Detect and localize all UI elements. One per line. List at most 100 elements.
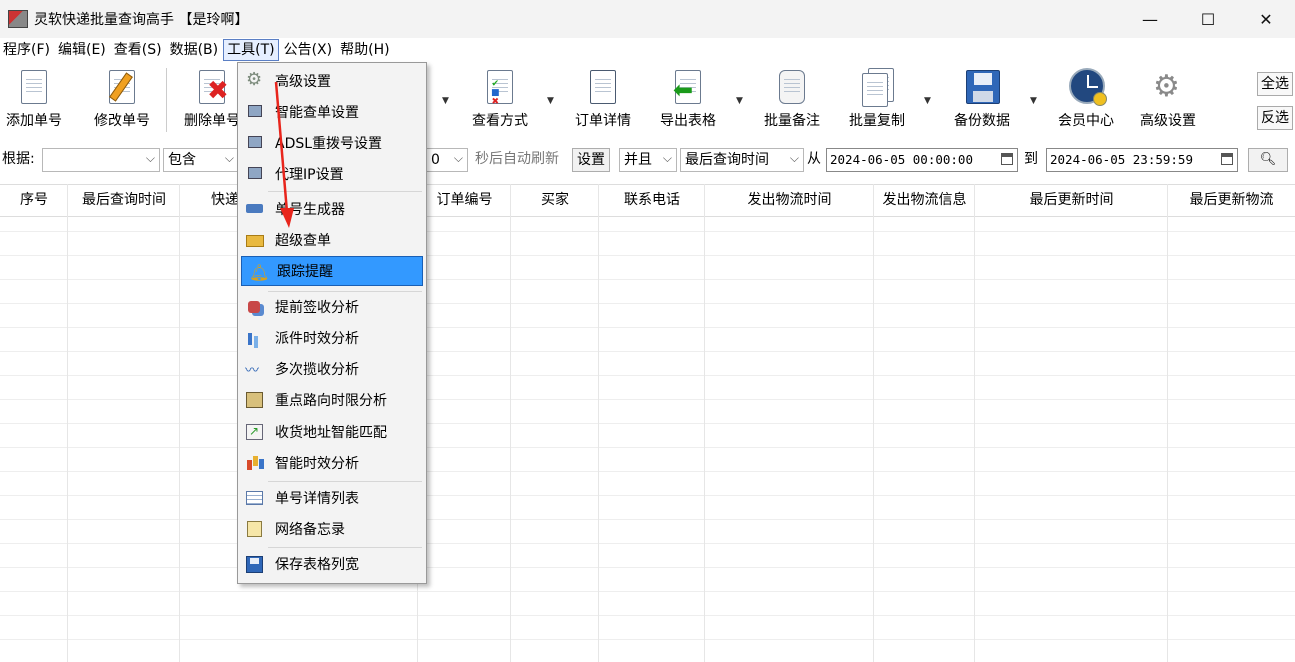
menu-program[interactable]: 程序(F)	[0, 39, 53, 61]
menu-item-super-query[interactable]: 超级查单	[240, 225, 424, 255]
computer-icon	[245, 134, 265, 152]
trend-chart-icon: ↗	[245, 423, 265, 441]
to-date-picker[interactable]: 2024-06-05 23:59:59	[1046, 148, 1238, 172]
order-detail-button[interactable]: 订单详情	[571, 68, 635, 130]
menu-data[interactable]: 数据(B)	[167, 39, 222, 61]
menu-item-label: 超级查单	[275, 233, 331, 249]
basis-label: 根据:	[2, 151, 35, 167]
calendar-icon[interactable]	[1001, 153, 1013, 165]
column-header-phone[interactable]: 联系电话	[599, 184, 705, 217]
export-button[interactable]: ⬅ 导出表格	[656, 68, 720, 130]
search-button[interactable]: 🔍︎	[1248, 148, 1288, 172]
bar-chart-icon	[245, 329, 265, 347]
to-date-value: 2024-06-05 23:59:59	[1050, 152, 1193, 167]
menu-item-number-generator[interactable]: 单号生成器	[240, 194, 424, 224]
backup-button[interactable]: 备份数据	[950, 68, 1014, 130]
calendar-icon[interactable]	[1221, 153, 1233, 165]
delete-icon: ✖	[193, 68, 231, 108]
add-order-button[interactable]: 添加单号	[2, 68, 66, 130]
column-header-last-update-time[interactable]: 最后更新时间	[975, 184, 1168, 217]
menu-item-advanced-settings[interactable]: ⚙ 高级设置	[240, 66, 424, 96]
menu-item-label: 网络备忘录	[275, 522, 345, 538]
line-chart-icon: 〰	[245, 363, 259, 379]
export-label: 导出表格	[660, 113, 716, 129]
menu-item-smart-time-analysis[interactable]: 智能时效分析	[240, 448, 424, 478]
select-all-button[interactable]: 全选	[1257, 72, 1293, 96]
menu-item-save-column-width[interactable]: 保存表格列宽	[240, 549, 424, 579]
menu-item-adsl-redial-settings[interactable]: ADSL重拨号设置	[240, 128, 424, 158]
menu-item-address-matching[interactable]: ↗ 收货地址智能匹配	[240, 417, 424, 447]
menu-view[interactable]: 查看(S)	[111, 39, 165, 61]
column-header-last-update-logistics[interactable]: 最后更新物流	[1168, 184, 1295, 217]
gears-icon: ⚙	[1153, 69, 1180, 104]
chart-icon	[245, 454, 265, 472]
table-column	[874, 184, 975, 662]
maximize-button[interactable]: ☐	[1179, 0, 1237, 38]
menu-item-label: 多次揽收分析	[275, 362, 359, 378]
menu-item-key-route-analysis[interactable]: 重点路向时限分析	[240, 385, 424, 415]
view-mode-label: 查看方式	[472, 113, 528, 129]
dropdown-arrow-icon[interactable]: ▼	[924, 96, 931, 106]
export-icon: ⬅	[669, 68, 707, 108]
folder-icon	[245, 231, 265, 249]
column-header-order-number[interactable]: 订单编号	[418, 184, 511, 217]
logic-select[interactable]: 并且	[619, 147, 677, 172]
app-icon	[8, 10, 28, 28]
dropdown-arrow-icon[interactable]: ▼	[442, 96, 449, 106]
dropdown-arrow-icon[interactable]: ▼	[1030, 96, 1037, 106]
table-column	[68, 184, 180, 662]
batch-copy-button[interactable]: 批量复制	[845, 68, 909, 130]
menu-item-number-detail-list[interactable]: 单号详情列表	[240, 483, 424, 513]
table-column	[975, 184, 1168, 662]
menu-item-label: 重点路向时限分析	[275, 393, 387, 409]
table-column	[418, 184, 511, 662]
table-column	[0, 184, 68, 662]
refresh-settings-button[interactable]: 设置	[572, 148, 610, 172]
menu-edit[interactable]: 编辑(E)	[55, 39, 109, 61]
menu-item-smart-query-settings[interactable]: 智能查单设置	[240, 97, 424, 127]
menu-item-multi-pickup-analysis[interactable]: 〰 多次揽收分析	[240, 354, 424, 384]
menu-item-tracking-reminder[interactable]: 🔔︎ 跟踪提醒	[241, 256, 423, 286]
from-date-picker[interactable]: 2024-06-05 00:00:00	[826, 148, 1018, 172]
menu-item-delivery-time-analysis[interactable]: 派件时效分析	[240, 323, 424, 353]
column-header-ship-time[interactable]: 发出物流时间	[705, 184, 874, 217]
column-header-index[interactable]: 序号	[0, 184, 68, 217]
toolbar: 添加单号 修改单号 ✖ 删除单号 ▼ ✔ ■ ✖ 查看方式 ▼ 订单详情 ⬅ 导…	[0, 62, 1295, 142]
table-column	[511, 184, 599, 662]
menu-item-label: 单号详情列表	[275, 491, 359, 507]
menu-bar: 程序(F) 编辑(E) 查看(S) 数据(B) 工具(T) 公告(X) 帮助(H…	[0, 38, 1295, 62]
dropdown-arrow-icon[interactable]: ▼	[547, 96, 554, 106]
delete-order-button[interactable]: ✖ 删除单号	[184, 68, 240, 130]
basis-field-select[interactable]	[42, 147, 160, 172]
menu-help[interactable]: 帮助(H)	[337, 39, 392, 61]
invert-selection-button[interactable]: 反选	[1257, 106, 1293, 130]
menu-tools[interactable]: 工具(T)	[223, 39, 279, 61]
order-table[interactable]: 序号 最后查询时间 快递 订单编号 买家 联系电话 发出物流时间 发出物流信息 …	[0, 184, 1295, 662]
minimize-button[interactable]: —	[1121, 0, 1179, 38]
edit-order-button[interactable]: 修改单号	[90, 68, 154, 130]
close-button[interactable]: ✕	[1237, 0, 1295, 38]
column-header-last-query-time[interactable]: 最后查询时间	[68, 184, 180, 217]
menu-item-proxy-ip-settings[interactable]: 代理IP设置	[240, 159, 424, 189]
menu-separator	[268, 481, 422, 482]
menu-item-label: 高级设置	[275, 74, 331, 90]
menu-item-network-memo[interactable]: 网络备忘录	[240, 514, 424, 544]
member-center-button[interactable]: 会员中心	[1054, 68, 1118, 130]
menu-notice[interactable]: 公告(X)	[281, 39, 336, 61]
menu-item-early-signing-analysis[interactable]: 提前签收分析	[240, 292, 424, 322]
batch-note-button[interactable]: 批量备注	[760, 68, 824, 130]
column-header-ship-info[interactable]: 发出物流信息	[874, 184, 975, 217]
column-header-buyer[interactable]: 买家	[511, 184, 599, 217]
dropdown-arrow-icon[interactable]: ▼	[736, 96, 743, 106]
view-mode-button[interactable]: ✔ ■ ✖ 查看方式	[468, 68, 532, 130]
cubes-icon	[245, 298, 265, 316]
match-mode-select[interactable]: 包含	[163, 147, 239, 172]
time-field-select[interactable]: 最后查询时间	[680, 147, 804, 172]
list-icon	[584, 68, 622, 108]
auto-refresh-label: 秒后自动刷新	[475, 151, 559, 167]
truck-icon	[245, 200, 265, 218]
advanced-settings-button[interactable]: ⚙ 高级设置	[1136, 68, 1200, 130]
menu-item-label: 单号生成器	[275, 202, 345, 218]
search-icon: 🔍︎	[1259, 152, 1277, 167]
refresh-seconds-input[interactable]: 0	[426, 147, 468, 172]
